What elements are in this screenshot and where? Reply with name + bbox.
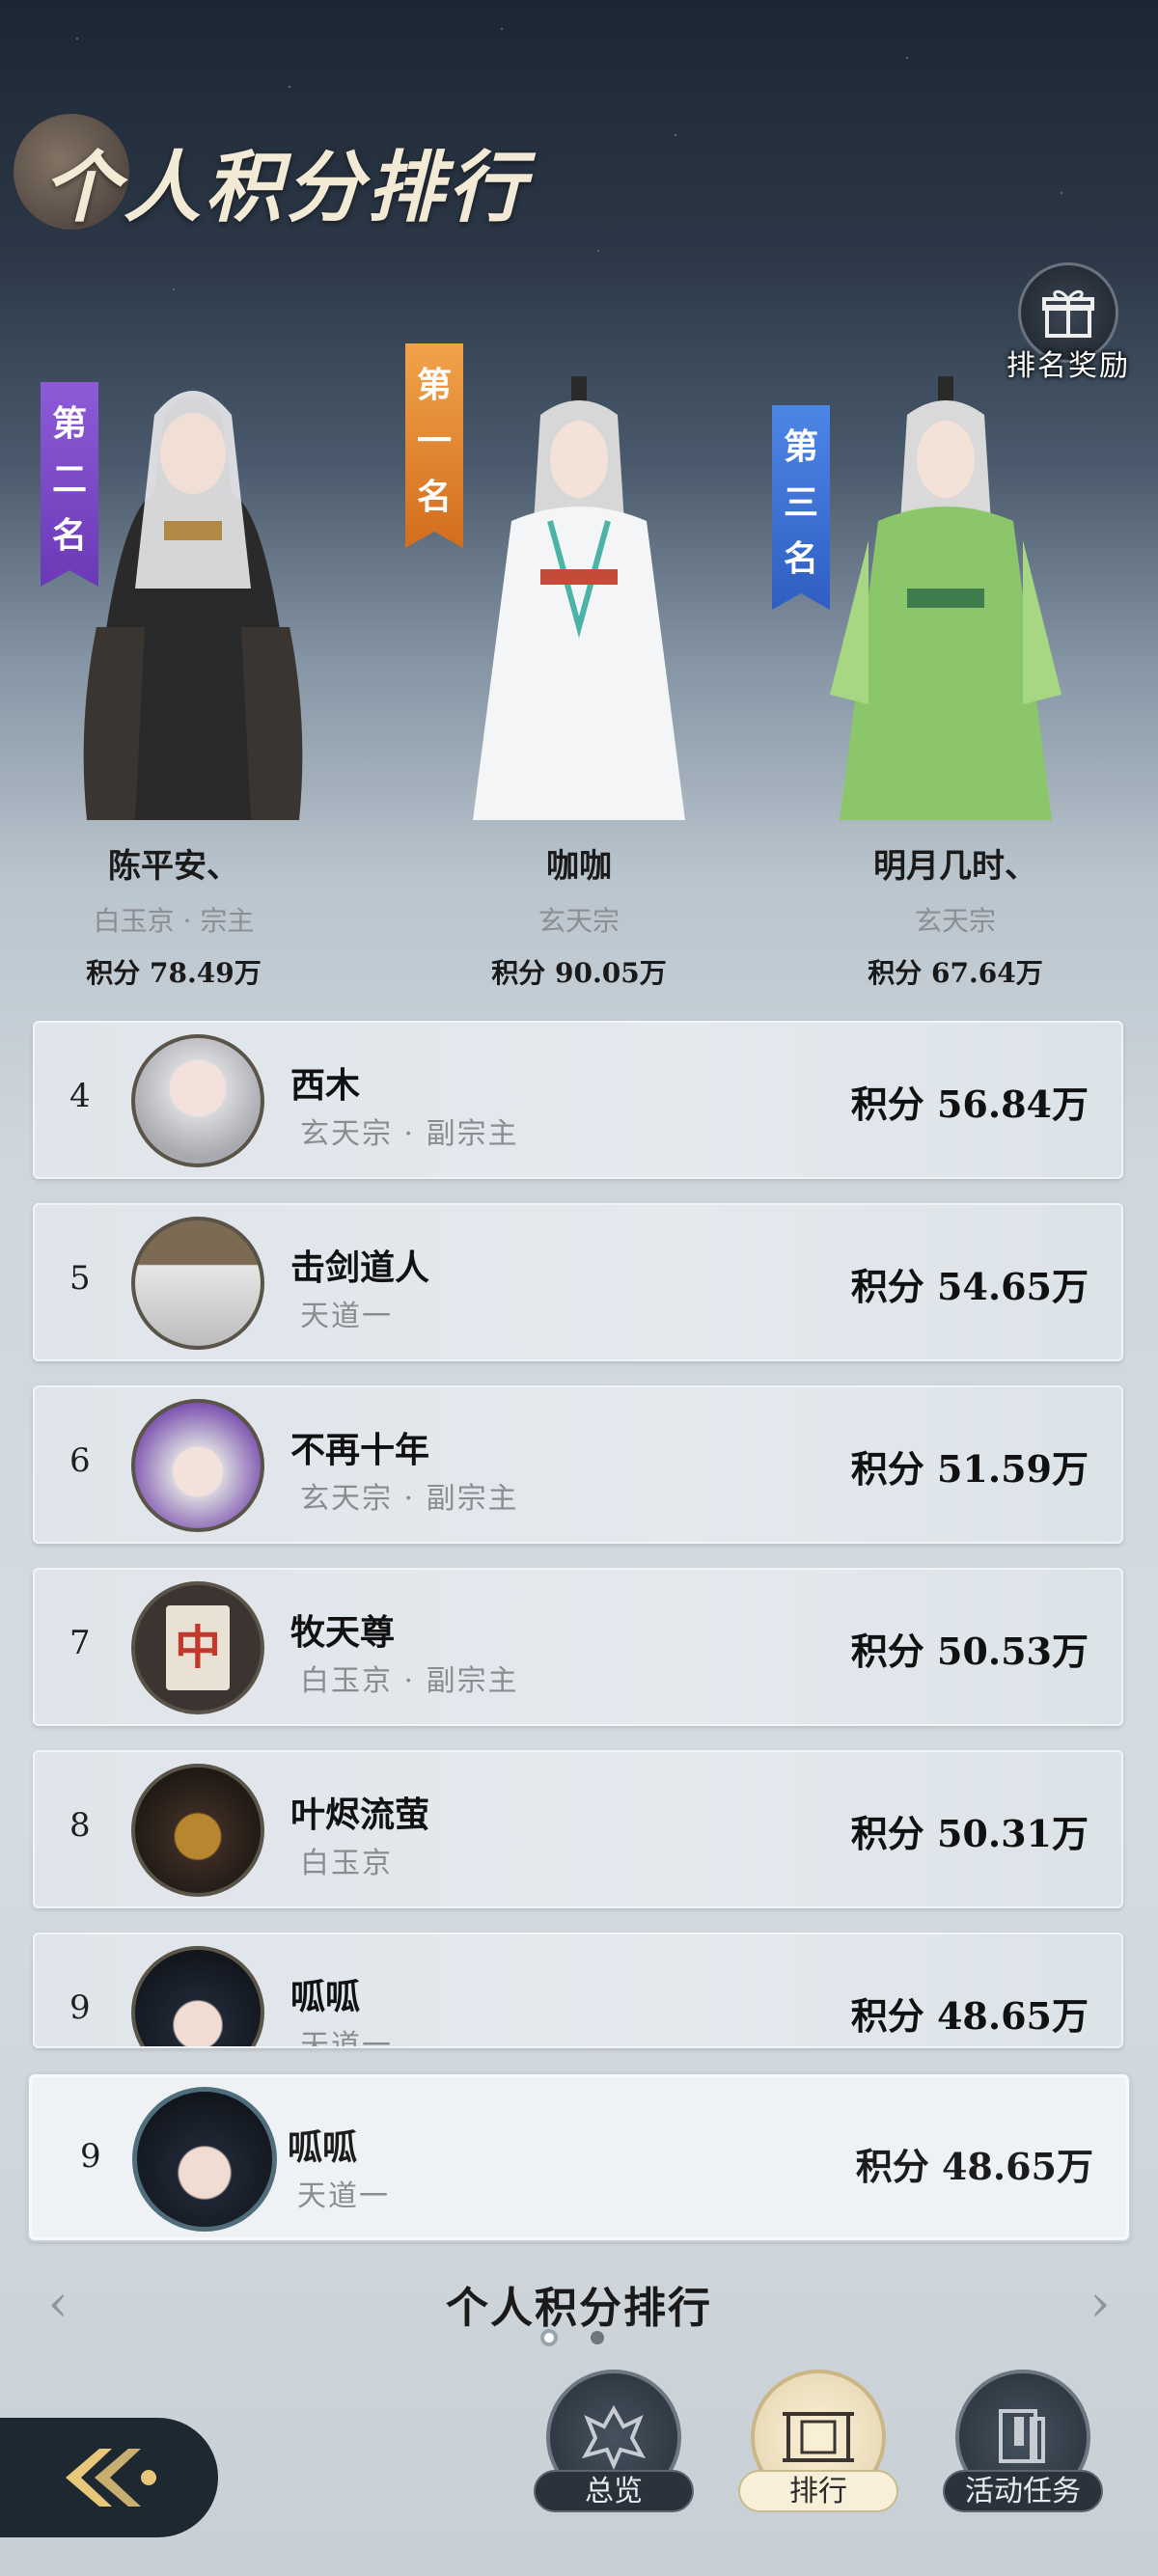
player-name: 不再十年 [290, 1430, 430, 1470]
player-score: 积分 50.31万 [850, 1812, 1089, 1855]
player-score: 积分 48.65万 [855, 2145, 1093, 2188]
player-name: 咖咖 [546, 847, 612, 886]
page-indicator [540, 2329, 604, 2346]
ranking-row[interactable]: 5 击剑道人 天道一 积分 54.65万 [33, 1203, 1123, 1361]
player-score: 积分 51.59万 [850, 1447, 1089, 1491]
nav-label: 总览 [534, 2470, 694, 2512]
player-name: 明月几时、 [873, 847, 1037, 886]
character-figure-first [473, 376, 685, 820]
player-sect: 玄天宗 [914, 905, 996, 937]
page-dot-active[interactable] [540, 2329, 558, 2346]
player-name: 陈平安、 [108, 847, 239, 886]
player-score: 积分 50.53万 [850, 1630, 1089, 1673]
character-figure-second [83, 391, 303, 820]
ranking-row[interactable]: 4 西木 玄天宗 · 副宗主 积分 56.84万 [33, 1021, 1123, 1179]
player-sect: 天道一 [300, 1300, 393, 1333]
avatar: 中 [131, 1581, 264, 1714]
player-score: 积分 78.49万 [86, 957, 262, 989]
back-arrow-icon [66, 2449, 156, 2507]
my-avatar [132, 2087, 277, 2232]
player-name: 击剑道人 [290, 1247, 430, 1288]
ranking-row[interactable]: 7 中 牧天尊 白玉京 · 副宗主 积分 50.53万 [33, 1568, 1123, 1726]
podium-third[interactable]: 第三名 [772, 318, 1119, 820]
avatar [131, 1946, 264, 2046]
rank-number: 9 [80, 2137, 101, 2176]
rank-number: 7 [69, 1624, 91, 1662]
player-sect: 玄天宗 · 副宗主 [300, 1117, 519, 1151]
rank-number: 4 [69, 1077, 91, 1115]
ranking-row[interactable]: 8 叶烬流萤 白玉京 积分 50.31万 [33, 1750, 1123, 1908]
player-name: 呱呱 [288, 2127, 358, 2168]
ranking-list[interactable]: 4 西木 玄天宗 · 副宗主 积分 56.84万 5 击剑道人 天道一 积分 5… [33, 1021, 1123, 2072]
rank-number: 9 [69, 1988, 91, 2027]
player-sect: 白玉京 [300, 1847, 393, 1880]
player-score: 积分 56.84万 [850, 1082, 1089, 1126]
nav-task-button[interactable]: 活动任务 [938, 2370, 1108, 2512]
ranking-row[interactable]: 9 呱呱 天道一 积分 48.65万 [33, 1932, 1123, 2048]
page-switcher: ‹ 个人积分排行 › [0, 2267, 1158, 2383]
player-sect: 天道一 [300, 2029, 393, 2048]
avatar [131, 1217, 264, 1350]
pager-title: 个人积分排行 [446, 2284, 712, 2333]
podium-info-third: 明月几时、 玄天宗 积分 67.64万 [782, 839, 1129, 991]
nav-label: 活动任务 [943, 2470, 1103, 2512]
avatar [131, 1034, 264, 1167]
podium-second[interactable]: 第二名 [19, 318, 367, 820]
rank-number: 8 [69, 1806, 91, 1845]
rank-number: 5 [69, 1259, 91, 1298]
player-score: 积分 54.65万 [850, 1265, 1089, 1308]
avatar [131, 1399, 264, 1532]
player-sect: 白玉京 · 副宗主 [300, 1664, 519, 1698]
character-figure-third [830, 376, 1062, 820]
player-name: 叶烬流萤 [290, 1795, 430, 1835]
page-dot[interactable] [591, 2331, 604, 2344]
player-sect: 天道一 [297, 2179, 390, 2213]
podium-first[interactable]: 第一名 [405, 318, 753, 820]
nav-label: 排行 [738, 2470, 898, 2512]
back-button[interactable] [0, 2418, 218, 2537]
podium-info-second: 陈平安、 白玉京 · 宗主 积分 78.49万 [0, 839, 347, 991]
player-score: 积分 48.65万 [850, 1994, 1089, 2038]
podium-info-first: 咖咖 玄天宗 积分 90.05万 [405, 839, 753, 991]
player-sect: 玄天宗 · 副宗主 [300, 1482, 519, 1516]
player-name: 西木 [290, 1065, 361, 1106]
nav-overview-button[interactable]: 总览 [529, 2370, 699, 2512]
avatar [131, 1764, 264, 1897]
player-score: 积分 67.64万 [868, 957, 1043, 989]
my-ranking-row[interactable]: 9 呱呱 天道一 积分 48.65万 [29, 2074, 1129, 2240]
page-title: 个人积分排行 [42, 142, 529, 233]
mahjong-tile-icon: 中 [166, 1605, 230, 1690]
player-sect: 玄天宗 [538, 905, 620, 937]
player-name: 牧天尊 [290, 1612, 396, 1653]
player-score: 积分 90.05万 [491, 957, 667, 989]
rank-number: 6 [69, 1441, 91, 1480]
nav-ranking-button[interactable]: 排行 [733, 2370, 903, 2512]
player-sect: 白玉京 · 宗主 [93, 905, 255, 937]
ranking-row[interactable]: 6 不再十年 玄天宗 · 副宗主 积分 51.59万 [33, 1385, 1123, 1544]
next-page-arrow-icon[interactable]: › [1071, 2275, 1129, 2333]
player-name: 呱呱 [290, 1977, 361, 2017]
